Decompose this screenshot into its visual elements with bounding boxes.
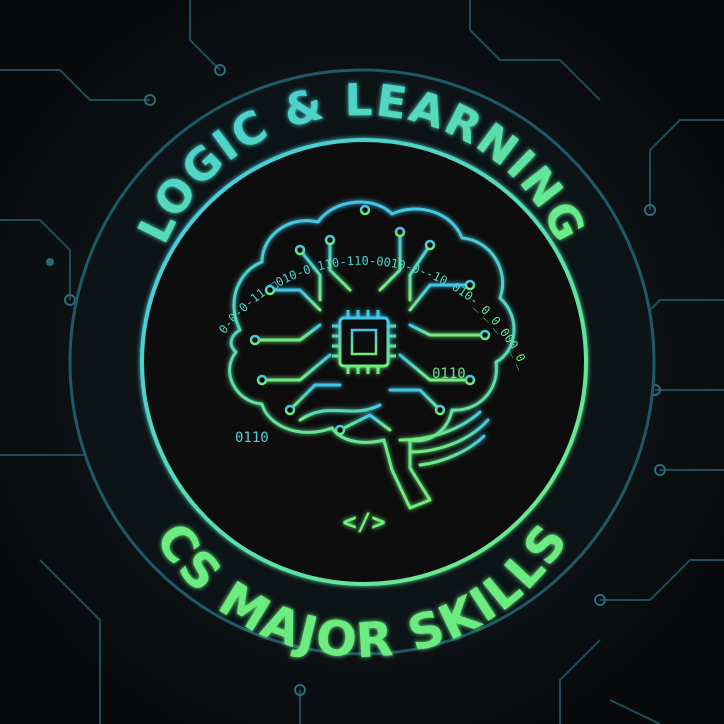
microchip-icon — [332, 310, 396, 374]
binary-right-label: 0110 — [432, 366, 466, 382]
logo-badge: LOGIC & LEARNING CS MAJOR SKILLS 0-0-0-1… — [0, 0, 724, 724]
binary-left-label: 0110 — [235, 430, 269, 446]
code-brackets-icon: </> — [342, 508, 385, 536]
